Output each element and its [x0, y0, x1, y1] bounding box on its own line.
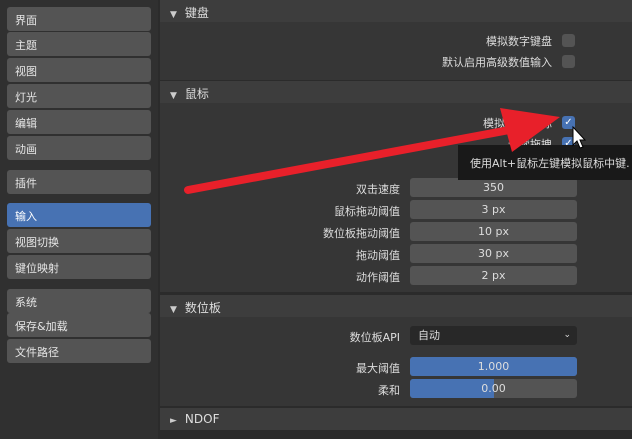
red-arrow-annotation [184, 108, 560, 194]
annotation-overlay [184, 108, 587, 194]
mouse-cursor-icon [572, 125, 587, 149]
